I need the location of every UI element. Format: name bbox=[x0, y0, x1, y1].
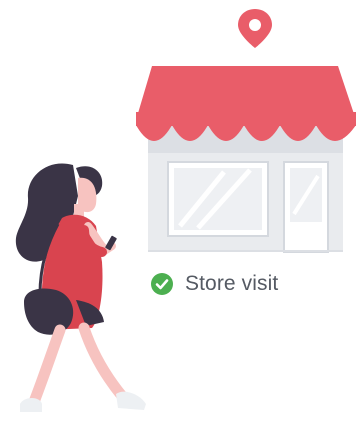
store-visit-label: Store visit bbox=[185, 272, 279, 295]
woman-with-phone-figure bbox=[15, 163, 146, 412]
store-visit-status: Store visit bbox=[151, 270, 278, 298]
store-icon bbox=[136, 66, 356, 253]
location-pin-icon bbox=[238, 9, 272, 48]
store-visit-illustration bbox=[15, 9, 356, 412]
store-visit-card: Store visit bbox=[0, 0, 358, 423]
check-circle-icon bbox=[151, 273, 173, 295]
